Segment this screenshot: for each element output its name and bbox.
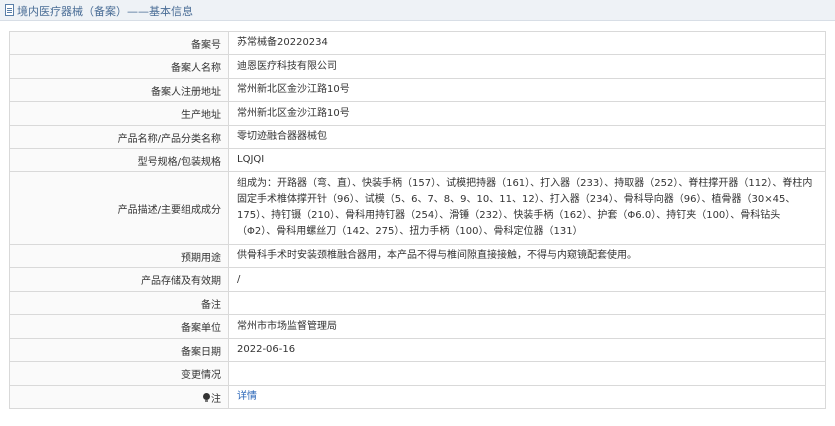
table-row: 变更情况 (9, 361, 826, 386)
row-label: 型号规格/包装规格 (9, 148, 229, 172)
row-value: 迪恩医疗科技有限公司 (228, 54, 826, 79)
row-value: 零切迹融合器器械包 (228, 125, 826, 149)
table-row: 备案单位 常州市市场监督管理局 (9, 314, 826, 339)
table-row: 备案号 苏常械备20220234 (9, 31, 826, 55)
table-row: 备注 (9, 291, 826, 315)
table-row: 备案人名称 迪恩医疗科技有限公司 (9, 54, 826, 79)
note-label: 注 (211, 393, 221, 405)
row-value (228, 291, 826, 315)
row-value: 详情 (228, 385, 826, 409)
bulb-icon (203, 392, 210, 403)
row-label: 备案单位 (9, 314, 229, 339)
info-table: 备案号 苏常械备20220234 备案人名称 迪恩医疗科技有限公司 备案人注册地… (9, 31, 826, 409)
row-label: 生产地址 (9, 101, 229, 126)
table-row: 产品存储及有效期 / (9, 267, 826, 292)
table-row: 备案日期 2022-06-16 (9, 338, 826, 362)
row-label: 备案日期 (9, 338, 229, 362)
row-label: 产品存储及有效期 (9, 267, 229, 292)
row-value: LQJQⅠ (228, 148, 826, 172)
table-row: 生产地址 常州新北区金沙江路10号 (9, 101, 826, 126)
row-label: 产品描述/主要组成成分 (9, 171, 229, 245)
row-value: 苏常械备20220234 (228, 31, 826, 55)
table-row: 产品描述/主要组成成分 组成为：开路器（弯、直）、快装手柄（157）、试模把持器… (9, 171, 826, 245)
row-label: 备案人注册地址 (9, 78, 229, 102)
row-label-note: 注 (9, 385, 229, 409)
row-label: 预期用途 (9, 244, 229, 268)
row-value: 常州市市场监督管理局 (228, 314, 826, 339)
detail-link[interactable]: 详情 (237, 391, 257, 402)
row-label: 变更情况 (9, 361, 229, 386)
page-header: 境内医疗器械（备案）——基本信息 (0, 0, 835, 21)
table-row: 型号规格/包装规格 LQJQⅠ (9, 148, 826, 172)
table-row: 预期用途 供骨科手术时安装颈椎融合器用，本产品不得与椎间隙直接接触，不得与内窥镜… (9, 244, 826, 268)
row-label: 备案号 (9, 31, 229, 55)
row-value: 供骨科手术时安装颈椎融合器用，本产品不得与椎间隙直接接触，不得与内窥镜配套使用。 (228, 244, 826, 268)
row-value: 常州新北区金沙江路10号 (228, 101, 826, 126)
row-label: 备注 (9, 291, 229, 315)
table-row: 备案人注册地址 常州新北区金沙江路10号 (9, 78, 826, 102)
row-value: 组成为：开路器（弯、直）、快装手柄（157）、试模把持器（161）、打入器（23… (228, 171, 826, 245)
row-value: 常州新北区金沙江路10号 (228, 78, 826, 102)
row-label: 备案人名称 (9, 54, 229, 79)
document-icon (5, 4, 14, 16)
row-value: 2022-06-16 (228, 338, 826, 362)
row-label: 产品名称/产品分类名称 (9, 125, 229, 149)
table-row: 注 详情 (9, 385, 826, 409)
row-value (228, 361, 826, 386)
table-row: 产品名称/产品分类名称 零切迹融合器器械包 (9, 125, 826, 149)
page-title: 境内医疗器械（备案）——基本信息 (17, 5, 193, 18)
row-value: / (228, 267, 826, 292)
